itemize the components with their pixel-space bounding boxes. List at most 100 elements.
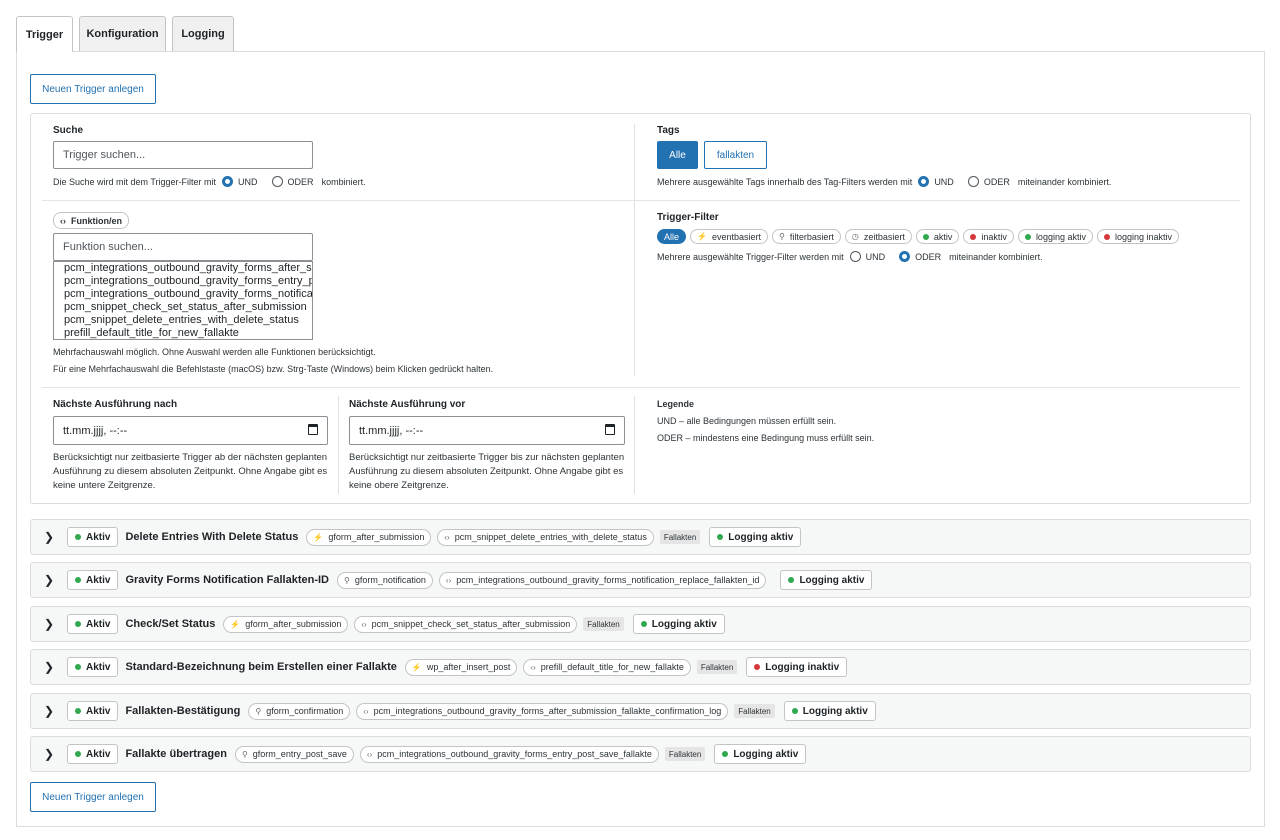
logging-label: Logging aktiv <box>799 574 865 586</box>
new-trigger-button-top[interactable]: Neuen Trigger anlegen <box>30 74 156 104</box>
tags-und-radio[interactable] <box>918 176 930 187</box>
functions-hint-2: Für eine Mehrfachauswahl die Befehlstast… <box>53 364 494 374</box>
hook-label: gform_after_submission <box>245 619 342 629</box>
search-und-radio[interactable] <box>222 176 234 187</box>
status-badge: Aktiv <box>67 614 119 634</box>
tab-logging[interactable]: Logging <box>172 16 234 51</box>
function-option[interactable]: pcm_snippet_delete_entries_with_delete_s… <box>54 314 312 327</box>
function-option[interactable]: pcm_integrations_outbound_gravity_forms_… <box>54 288 312 301</box>
chevron-right-icon[interactable]: ❯ <box>31 530 67 544</box>
status-badge: Aktiv <box>67 527 119 547</box>
chevron-right-icon[interactable]: ❯ <box>31 704 67 718</box>
logging-badge: Logging aktiv <box>714 744 807 764</box>
hook-label: gform_notification <box>354 575 426 585</box>
search-combine-hint: Die Suche wird mit dem Trigger-Filter mi… <box>53 176 366 187</box>
filter-chip-alle[interactable]: Alle <box>657 229 687 244</box>
hint-text: Mehrere ausgewählte Trigger-Filter werde… <box>657 251 844 262</box>
tag-fallakten-button[interactable]: fallakten <box>704 141 767 169</box>
logging-badge: Logging aktiv <box>632 614 725 634</box>
next-before-label: Nächste Ausführung vor <box>349 399 466 410</box>
filter-chip-logging-aktiv[interactable]: logging aktiv <box>1017 229 1093 244</box>
status-badge: Aktiv <box>67 744 119 764</box>
trigger-row[interactable]: ❯ Aktiv Fallakte übertragen ⚲ gform_entry_po… <box>30 736 1251 772</box>
function-search-input[interactable]: Funktion suchen... <box>53 233 313 261</box>
und-label: UND <box>238 176 258 187</box>
tag-all-button[interactable]: Alle <box>657 141 698 169</box>
function-option[interactable]: pcm_integrations_outbound_gravity_forms_… <box>54 275 312 288</box>
green-dot-icon <box>922 233 929 240</box>
tag-badge: Fallakten <box>734 704 775 718</box>
trigger-title: Delete Entries With Delete Status <box>125 531 299 543</box>
code-icon: ‹› <box>444 532 450 542</box>
calendar-icon[interactable] <box>605 424 615 435</box>
green-dot-icon <box>75 751 81 757</box>
lightning-icon: ⚡ <box>230 619 241 629</box>
next-before-datetime-input[interactable]: tt.mm.jjjj, --:-- <box>349 416 625 445</box>
function-option[interactable]: pcm_integrations_outbound_gravity_forms_… <box>54 262 312 275</box>
filter-chip-filterbasiert[interactable]: ⚲ filterbasiert <box>772 229 841 244</box>
green-dot-icon <box>1024 233 1031 240</box>
function-select[interactable]: pcm_integrations_outbound_gravity_forms_… <box>53 261 313 340</box>
next-after-datetime-input[interactable]: tt.mm.jjjj, --:-- <box>53 416 328 445</box>
filter-und-radio[interactable] <box>849 251 861 262</box>
chip-label: inaktiv <box>981 231 1007 242</box>
status-badge: Aktiv <box>67 657 119 677</box>
filter-icon: ⚲ <box>241 749 248 759</box>
datetime-value: tt.mm.jjjj, --:-- <box>63 424 128 437</box>
status-label: Aktiv <box>86 748 111 760</box>
trigger-row[interactable]: ❯ Aktiv Check/Set Status ⚡ gform_after_submi… <box>30 606 1251 642</box>
hook-pill: ⚡ gform_after_submission <box>223 615 349 633</box>
chevron-right-icon[interactable]: ❯ <box>31 660 67 674</box>
code-icon: ‹› <box>445 575 452 585</box>
trigger-row[interactable]: ❯ Aktiv Delete Entries With Delete Status ⚡… <box>30 519 1251 555</box>
green-dot-icon <box>791 708 798 714</box>
hook-pill: ⚲ gform_entry_post_save <box>234 745 354 763</box>
function-option[interactable]: pcm_snippet_check_set_status_after_submi… <box>54 301 312 314</box>
new-trigger-button-bottom[interactable]: Neuen Trigger anlegen <box>30 782 156 812</box>
filter-chip-eventbasiert[interactable]: ⚡ eventbasiert <box>690 229 769 244</box>
next-after-label: Nächste Ausführung nach <box>53 399 178 410</box>
filter-chip-aktiv[interactable]: aktiv <box>915 229 960 244</box>
functions-chip-label: Funktion/en <box>71 215 122 226</box>
search-input[interactable]: Trigger suchen... <box>53 141 313 169</box>
filter-chip-zeitbasiert[interactable]: ◷ zeitbasiert <box>844 229 912 244</box>
oder-label: ODER <box>287 176 314 187</box>
function-option[interactable]: prefill_default_title_for_new_fallakte <box>54 327 312 339</box>
filter-chip-logging-inaktiv[interactable]: logging inaktiv <box>1096 229 1180 244</box>
trigger-title: Check/Set Status <box>125 618 216 630</box>
functions-chip: ‹› Funktion/en <box>53 212 129 229</box>
tab-konfiguration[interactable]: Konfiguration <box>79 16 166 51</box>
functions-hint-1: Mehrfachauswahl möglich. Ohne Auswahl we… <box>53 347 376 357</box>
red-dot-icon <box>970 233 977 240</box>
hook-pill: ⚲ gform_notification <box>337 571 433 589</box>
green-dot-icon <box>788 577 795 583</box>
hook-pill: ⚡ wp_after_insert_post <box>404 658 518 676</box>
lightning-icon: ⚡ <box>313 532 324 542</box>
tab-trigger[interactable]: Trigger <box>16 16 73 52</box>
divider <box>338 396 339 494</box>
code-icon: ‹› <box>60 215 66 226</box>
trigger-title: Fallakte übertragen <box>125 748 227 760</box>
trigger-row[interactable]: ❯ Aktiv Standard-Bezeichnung beim Erstelle… <box>30 649 1251 685</box>
chevron-right-icon[interactable]: ❯ <box>31 573 67 587</box>
hint-text: miteinander kombiniert. <box>949 251 1043 262</box>
filter-oder-radio[interactable] <box>899 251 911 262</box>
function-label: prefill_default_title_for_new_fallakte <box>540 662 684 672</box>
search-oder-radio[interactable] <box>271 176 283 187</box>
hook-pill: ⚲ gform_confirmation <box>248 702 351 720</box>
next-before-hint: Berücksichtigt nur zeitbasierte Trigger … <box>349 452 625 491</box>
trigger-row[interactable]: ❯ Aktiv Gravity Forms Notification Fallakt… <box>30 562 1251 598</box>
next-after-hint: Berücksichtigt nur zeitbasierte Trigger … <box>53 452 328 491</box>
trigger-row[interactable]: ❯ Aktiv Fallakten-Bestätigung ⚲ gform_confir… <box>30 693 1251 729</box>
code-icon: ‹› <box>366 749 373 759</box>
red-dot-icon <box>754 664 761 670</box>
function-pill: ‹› pcm_integrations_outbound_gravity_form… <box>359 745 659 763</box>
filter-chip-inaktiv[interactable]: inaktiv <box>963 229 1014 244</box>
calendar-icon[interactable] <box>308 424 318 435</box>
green-dot-icon <box>722 751 729 757</box>
filter-icon: ⚲ <box>255 706 262 716</box>
chevron-right-icon[interactable]: ❯ <box>31 617 67 631</box>
chevron-right-icon[interactable]: ❯ <box>31 747 67 761</box>
tags-oder-radio[interactable] <box>967 176 979 187</box>
function-pill: ‹› pcm_snippet_delete_entries_with_delete… <box>437 528 654 546</box>
